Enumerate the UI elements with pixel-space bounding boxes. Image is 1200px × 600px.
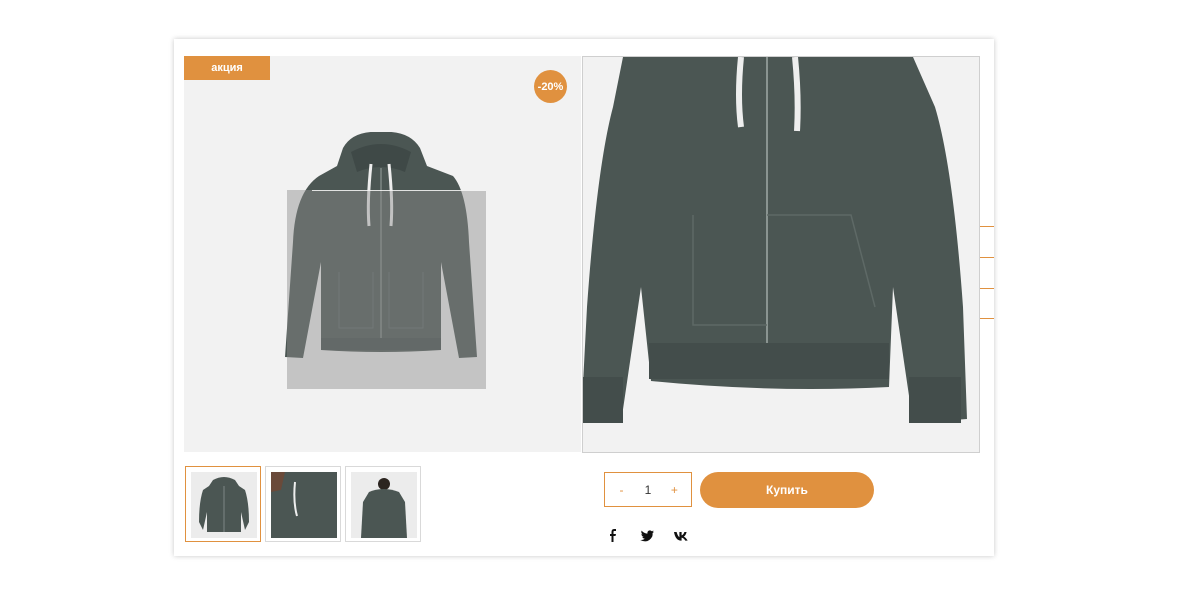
zoom-lens[interactable] [287, 190, 486, 389]
slider-nav-line[interactable] [978, 257, 994, 258]
buy-button[interactable]: Купить [700, 472, 874, 508]
zoomed-image-pane [582, 56, 980, 453]
zoom-lens-edge [312, 190, 486, 191]
slider-nav-line[interactable] [978, 226, 994, 227]
hoodie-zoomed-image [583, 57, 967, 423]
increment-button[interactable]: + [664, 483, 684, 497]
thumbnail-hoodie-front[interactable] [185, 466, 261, 542]
discount-badge: -20% [534, 70, 567, 103]
vk-icon[interactable] [673, 528, 689, 544]
slider-nav-line[interactable] [978, 318, 994, 319]
decrement-button[interactable]: - [612, 483, 632, 497]
facebook-icon[interactable] [605, 528, 621, 544]
quantity-value[interactable]: 1 [645, 483, 652, 497]
quantity-stepper: - 1 + [604, 472, 692, 507]
product-main-image[interactable] [184, 56, 581, 452]
slider-nav-line[interactable] [978, 288, 994, 289]
sale-badge: акция [184, 56, 270, 80]
thumbnail-hoodie-model-back[interactable] [345, 466, 421, 542]
twitter-icon[interactable] [639, 528, 655, 544]
thumbnail-hoodie-model-side[interactable] [265, 466, 341, 542]
